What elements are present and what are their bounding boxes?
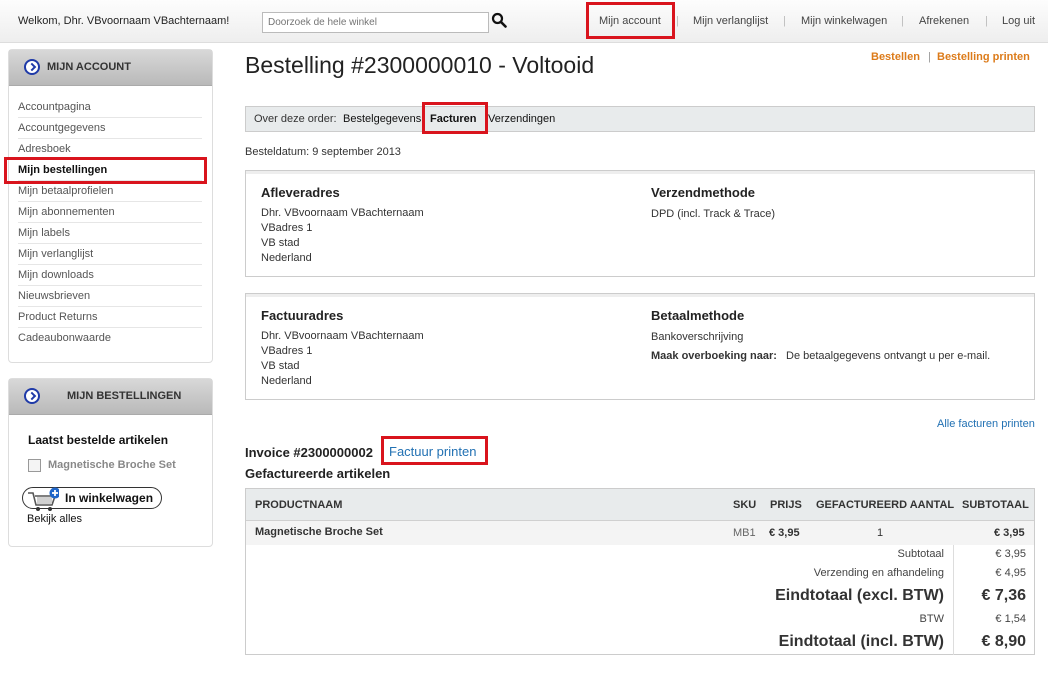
top-link-logout[interactable]: Log uit — [1002, 15, 1035, 27]
highlight-my-orders — [4, 157, 207, 184]
view-all-link[interactable]: Bekijk alles — [27, 513, 82, 525]
top-link-wishlist[interactable]: Mijn verlanglijst — [693, 15, 768, 27]
billing-info-box: Factuuradres Dhr. VBvoornaam VBachternaa… — [245, 293, 1035, 400]
search-icon[interactable] — [491, 12, 507, 28]
billing-address-line: VB stad — [261, 360, 300, 372]
reorder-link[interactable]: Bestellen — [871, 51, 920, 63]
account-nav-header: MIJN ACCOUNT — [9, 50, 212, 86]
divider: | — [676, 15, 679, 27]
top-link-cart[interactable]: Mijn winkelwagen — [801, 15, 887, 27]
highlight-my-account — [586, 2, 675, 39]
sidebar-item-dashboard[interactable]: Accountpagina — [18, 97, 202, 118]
shipping-address-line: VBadres 1 — [261, 222, 313, 234]
order-tabs-bar: Over deze order: Bestelgegevens Facturen… — [245, 106, 1035, 132]
shipping-method-heading: Verzendmethode — [651, 185, 756, 200]
billing-address-heading: Factuuradres — [261, 308, 344, 323]
column-header-subtotal: SUBTOTAAL — [962, 499, 1029, 511]
order-date: Besteldatum: 9 september 2013 — [245, 146, 401, 158]
chevron-circle-icon — [24, 388, 40, 404]
divider: | — [985, 15, 988, 27]
row-product-name: Magnetische Broche Set — [255, 526, 383, 538]
invoice-title: Invoice #2300000002 — [245, 445, 373, 460]
billing-address-line: VBadres 1 — [261, 345, 313, 357]
shipping-address-line: VB stad — [261, 237, 300, 249]
sidebar-item-downloads[interactable]: Mijn downloads — [18, 265, 202, 286]
transfer-label: Maak overboeking naar: — [651, 350, 777, 362]
row-price: € 3,95 — [769, 527, 800, 539]
payment-method-heading: Betaalmethode — [651, 308, 745, 323]
sidebar-item-gift-card[interactable]: Cadeaubonwaarde — [18, 328, 202, 349]
table-row: Magnetische Broche Set MB1 € 3,95 1 € 3,… — [246, 521, 1034, 545]
last-ordered-heading: Laatst bestelde artikelen — [28, 433, 169, 447]
subtotal-value: € 3,95 — [995, 548, 1026, 560]
row-sku: MB1 — [733, 527, 756, 539]
grand-total-incl-label: Eindtotaal (incl. BTW) — [778, 633, 944, 650]
shipping-label: Verzending en afhandeling — [813, 567, 944, 579]
account-nav-title: MIJN ACCOUNT — [47, 61, 131, 73]
column-header-price: PRIJS — [770, 499, 802, 511]
tax-value: € 1,54 — [995, 613, 1026, 625]
billing-address-line: Nederland — [261, 375, 312, 387]
sidebar-item-labels[interactable]: Mijn labels — [18, 223, 202, 244]
grand-total-excl-value: € 7,36 — [981, 587, 1026, 604]
grand-total-incl-value: € 8,90 — [981, 633, 1026, 650]
invoice-table: PRODUCTNAAM SKU PRIJS GEFACTUREERD AANTA… — [245, 488, 1035, 655]
shipping-value: € 4,95 — [995, 567, 1026, 579]
print-order-link[interactable]: Bestelling printen — [937, 51, 1030, 63]
sidebar-item-newsletters[interactable]: Nieuwsbrieven — [18, 286, 202, 307]
welcome-message: Welkom, Dhr. VBvoornaam VBachternaam! — [18, 15, 230, 27]
recent-orders-header: MIJN BESTELLINGEN — [9, 379, 212, 415]
action-separator: | — [928, 51, 931, 63]
row-subtotal: € 3,95 — [994, 527, 1025, 539]
row-qty: 1 — [877, 527, 884, 539]
grand-total-excl-label: Eindtotaal (excl. BTW) — [775, 587, 944, 604]
add-to-cart-label: In winkelwagen — [65, 491, 154, 505]
tax-label: BTW — [919, 613, 944, 625]
shipping-info-box: Afleveradres Dhr. VBvoornaam VBachternaa… — [245, 170, 1035, 277]
recent-orders-title: MIJN BESTELLINGEN — [67, 390, 182, 402]
shipping-method-value: DPD (incl. Track & Trace) — [651, 208, 776, 220]
sidebar-item-payment-profiles[interactable]: Mijn betaalprofielen — [18, 181, 202, 202]
order-tabs-label: Over deze order: — [254, 113, 337, 125]
subtotal-label: Subtotaal — [897, 548, 944, 560]
shipping-address-line: Dhr. VBvoornaam VBachternaam — [261, 207, 424, 219]
top-link-checkout[interactable]: Afrekenen — [919, 15, 969, 27]
search-input[interactable] — [262, 12, 489, 33]
billing-address-line: Dhr. VBvoornaam VBachternaam — [261, 330, 424, 342]
divider: | — [901, 15, 904, 27]
tab-order-details[interactable]: Bestelgegevens — [343, 113, 421, 125]
totals-divider — [953, 545, 954, 655]
payment-method-value: Bankoverschrijving — [651, 331, 744, 343]
top-bar: Welkom, Dhr. VBvoornaam VBachternaam! Mi… — [0, 0, 1048, 43]
chevron-circle-icon — [24, 59, 40, 75]
page-title: Bestelling #2300000010 - Voltooid — [245, 52, 595, 78]
highlight-invoices-tab — [422, 102, 488, 134]
shopping-cart-icon — [28, 487, 59, 511]
column-header-qty: GEFACTUREERD AANTAL — [816, 499, 955, 511]
invoiced-items-heading: Gefactureerde artikelen — [245, 466, 391, 481]
sidebar-item-product-returns[interactable]: Product Returns — [18, 307, 202, 328]
shipping-address-line: Nederland — [261, 252, 312, 264]
column-header-sku: SKU — [733, 499, 757, 511]
sidebar-item-subscriptions[interactable]: Mijn abonnementen — [18, 202, 202, 223]
table-header: PRODUCTNAAM SKU PRIJS GEFACTUREERD AANTA… — [246, 489, 1034, 521]
divider: | — [783, 15, 786, 27]
tab-shipments[interactable]: Verzendingen — [488, 113, 555, 125]
transfer-text: De betaalgegevens ontvangt u per e-mail. — [786, 350, 991, 362]
sidebar-item-wishlist[interactable]: Mijn verlanglijst — [18, 244, 202, 265]
sidebar-item-account-info[interactable]: Accountgegevens — [18, 118, 202, 139]
shipping-address-heading: Afleveradres — [261, 185, 340, 200]
column-header-product: PRODUCTNAAM — [255, 499, 343, 511]
print-all-invoices-link[interactable]: Alle facturen printen — [937, 418, 1035, 430]
last-item-checkbox[interactable] — [28, 459, 41, 472]
highlight-print-invoice — [381, 436, 488, 465]
last-item-name[interactable]: Magnetische Broche Set — [48, 459, 176, 471]
